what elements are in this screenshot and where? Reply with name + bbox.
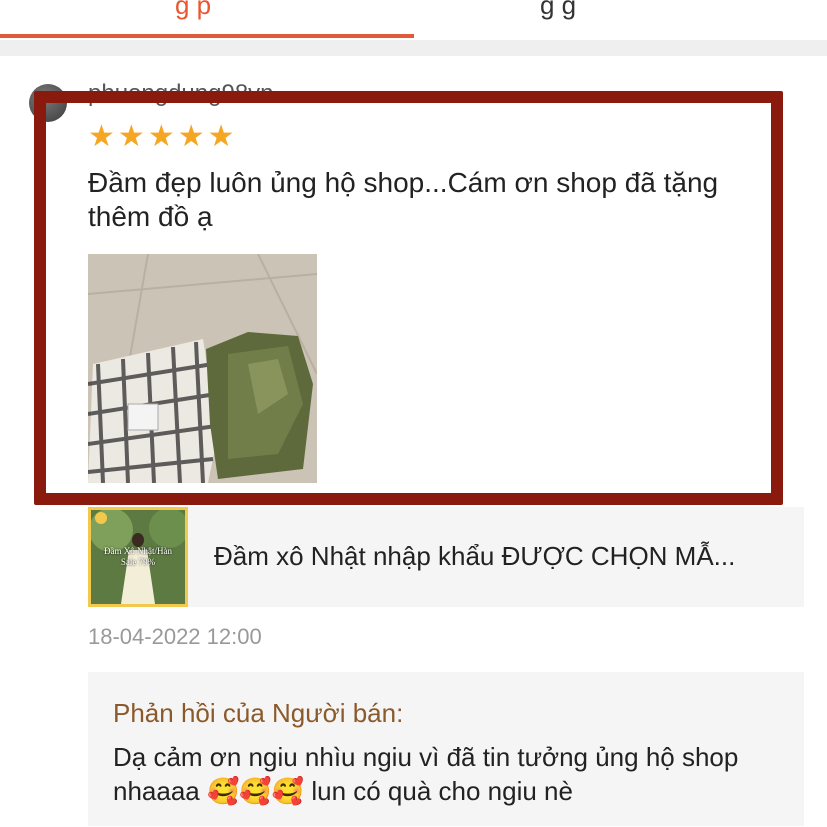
star-icon: ★	[177, 120, 205, 153]
section-divider	[0, 40, 827, 56]
seller-reply-title: Phản hồi của Người bán:	[113, 698, 404, 728]
review-date: 18-04-2022 12:00	[88, 624, 262, 649]
tab-reviews[interactable]: g p	[175, 0, 211, 21]
seller-reply-text: Dạ cảm ơn ngiu nhìu ngiu vì đã tin tưởng…	[113, 742, 739, 806]
star-icon: ★	[117, 120, 145, 153]
star-icon: ★	[147, 120, 175, 153]
tab-bar: g p g g	[0, 0, 827, 40]
review-text: Đầm đẹp luôn ủng hộ shop...Cám ơn shop đ…	[88, 167, 719, 232]
rating-stars: ★ ★ ★ ★ ★	[88, 122, 235, 152]
active-tab-indicator	[0, 34, 414, 38]
seller-reply: Phản hồi của Người bán: Dạ cảm ơn ngiu n…	[88, 672, 804, 826]
tab-other[interactable]: g g	[540, 0, 576, 21]
product-name[interactable]: Đầm xô Nhật nhập khẩu ĐƯỢC CHỌN MẪ...	[214, 541, 794, 572]
product-card[interactable]: Đầm Xô Nhật/Hàn Sale 79% Đầm xô Nhật nhậ…	[88, 507, 804, 607]
thumb-caption: Đầm Xô Nhật/Hàn Sale 79%	[104, 546, 172, 567]
review-photo[interactable]	[88, 254, 317, 483]
product-thumbnail[interactable]: Đầm Xô Nhật/Hàn Sale 79%	[88, 507, 188, 607]
star-icon: ★	[207, 120, 235, 153]
star-icon: ★	[88, 120, 115, 153]
